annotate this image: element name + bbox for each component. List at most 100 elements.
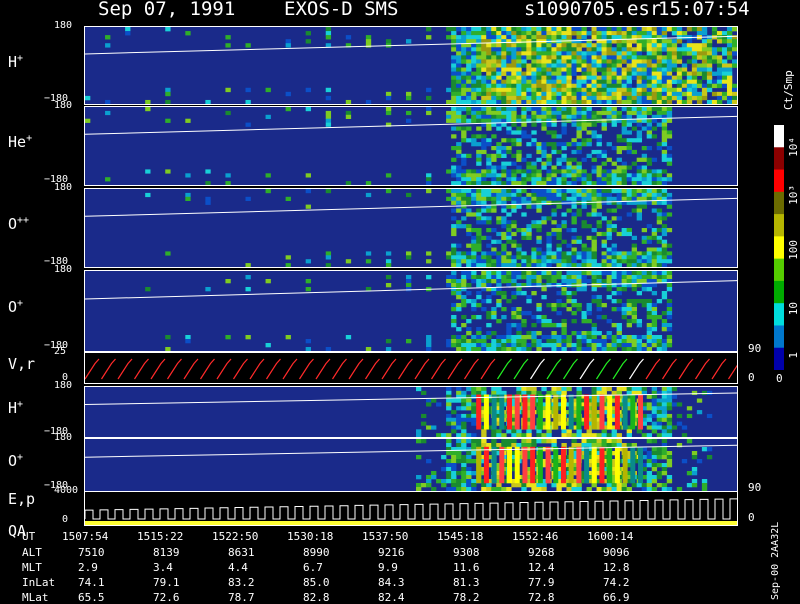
colorbar-segment	[774, 191, 784, 215]
colorbar	[774, 125, 784, 371]
colorbar-tick-1e3: 10³	[787, 185, 800, 205]
panel-label-qa: QA	[8, 522, 27, 540]
panel-plot	[85, 27, 737, 104]
ephem-value: 72.8	[528, 591, 555, 604]
colorbar-segment	[774, 258, 784, 282]
ephem-value: 1600:14	[587, 530, 634, 543]
ephem-value: 9096	[603, 546, 630, 559]
colorbar-unit: Ct/Smp	[782, 70, 795, 110]
ephem-value: 78.2	[453, 591, 480, 604]
ephem-value: 85.0	[303, 576, 330, 589]
ephem-value: 82.8	[303, 591, 330, 604]
colorbar-segment	[774, 125, 784, 148]
ephem-value: 83.2	[228, 576, 255, 589]
panel-ytick-bottom: 0	[62, 514, 69, 525]
colorbar-segment	[774, 169, 784, 193]
panel-label: E,p	[8, 489, 36, 508]
ephem-value: 8139	[153, 546, 180, 559]
ephem-value: 2.9	[78, 561, 98, 574]
title-date: Sep 07, 1991	[98, 0, 236, 20]
panel-ytick-top: 180	[54, 100, 73, 111]
panel-label: He+	[8, 133, 33, 151]
colorbar-gradient	[774, 125, 784, 371]
ephem-value: 72.6	[153, 591, 180, 604]
ephem-value: 7510	[78, 546, 105, 559]
colorbar-segment	[774, 325, 784, 349]
ep-right-bottom: 0	[748, 511, 755, 524]
ephem-value: 1515:22	[137, 530, 184, 543]
panel-ytick-top: 180	[54, 380, 73, 391]
panel-ytick-top: 4000	[54, 485, 79, 496]
ephem-value: 1507:54	[62, 530, 109, 543]
panel-plot	[85, 107, 737, 185]
colorbar-tick-1e4: 10⁴	[787, 137, 800, 157]
side-label: Sep-00 2AA32L	[770, 521, 781, 600]
colorbar-tick-10: 10	[787, 302, 800, 316]
ephem-value: 9308	[453, 546, 480, 559]
title-time: 15:07:54	[658, 0, 750, 20]
colorbar-tick-1: 1	[787, 352, 800, 359]
ephem-value: 9268	[528, 546, 555, 559]
panel-label: H+	[8, 52, 24, 71]
ephem-value: 77.9	[528, 576, 555, 589]
panel-o--	[84, 188, 738, 268]
panel-ytick-top: 25	[54, 346, 67, 357]
ephem-row-label: MLT	[22, 561, 42, 574]
ephem-value: 84.3	[378, 576, 405, 589]
ephem-value: 1545:18	[437, 530, 484, 543]
panel-label: H+	[8, 399, 24, 417]
ephem-value: 8990	[303, 546, 330, 559]
colorbar-tick-100: 100	[787, 240, 800, 260]
panel-plot	[85, 387, 737, 437]
panel-o-2	[84, 438, 738, 492]
ephem-value: 3.4	[153, 561, 173, 574]
panel-label: V,r	[8, 355, 36, 373]
panel-plot	[85, 271, 737, 351]
panel-he-	[84, 106, 738, 186]
panel-label: O+	[8, 452, 24, 470]
panel-label: O++	[8, 215, 30, 233]
ephem-value: 78.7	[228, 591, 255, 604]
panel-plot	[85, 439, 737, 491]
ephem-value: 74.2	[603, 576, 630, 589]
vr-right-bottom: 0	[748, 371, 755, 384]
ephem-value: 4.4	[228, 561, 248, 574]
ephem-row-label: MLat	[22, 591, 49, 604]
ephem-row-label: ALT	[22, 546, 42, 559]
panel-ytick-top: 180	[54, 432, 73, 443]
panel-plot	[85, 353, 737, 383]
colorbar-segment	[774, 347, 784, 371]
ephem-value: 8631	[228, 546, 255, 559]
ephem-value: 74.1	[78, 576, 105, 589]
ephem-value: 65.5	[78, 591, 105, 604]
title-file: s1090705.esr	[524, 0, 662, 20]
ephem-value: 81.3	[453, 576, 480, 589]
ephem-value: 82.4	[378, 591, 405, 604]
ephem-value: 9.9	[378, 561, 398, 574]
o2-right-top: 90	[748, 481, 762, 494]
ephem-value: 6.7	[303, 561, 323, 574]
colorbar-segment	[774, 236, 784, 260]
vr-right-top: 90	[748, 342, 762, 355]
panel-vr	[84, 352, 738, 384]
ephem-value: 1537:50	[362, 530, 409, 543]
ephem-value: 11.6	[453, 561, 480, 574]
ephem-value: 9216	[378, 546, 405, 559]
panel-ytick-top: 180	[54, 20, 73, 31]
panel-ytick-top: 180	[54, 264, 73, 275]
colorbar-segment	[774, 214, 784, 237]
panel-h-	[84, 26, 738, 105]
panel-h-2	[84, 386, 738, 438]
panel-ep	[84, 491, 738, 526]
ephem-value: 12.4	[528, 561, 555, 574]
title-instrument: EXOS-D SMS	[284, 0, 399, 20]
colorbar-segment	[774, 280, 784, 304]
colorbar-segment	[774, 147, 784, 171]
colorbar-segment	[774, 303, 784, 326]
ephem-row-label: InLat	[22, 576, 56, 589]
ephem-value: 1530:18	[287, 530, 334, 543]
ephem-value: 1552:46	[512, 530, 559, 543]
ephem-value: 66.9	[603, 591, 630, 604]
panel-o-	[84, 270, 738, 352]
panel-plot	[85, 492, 737, 525]
